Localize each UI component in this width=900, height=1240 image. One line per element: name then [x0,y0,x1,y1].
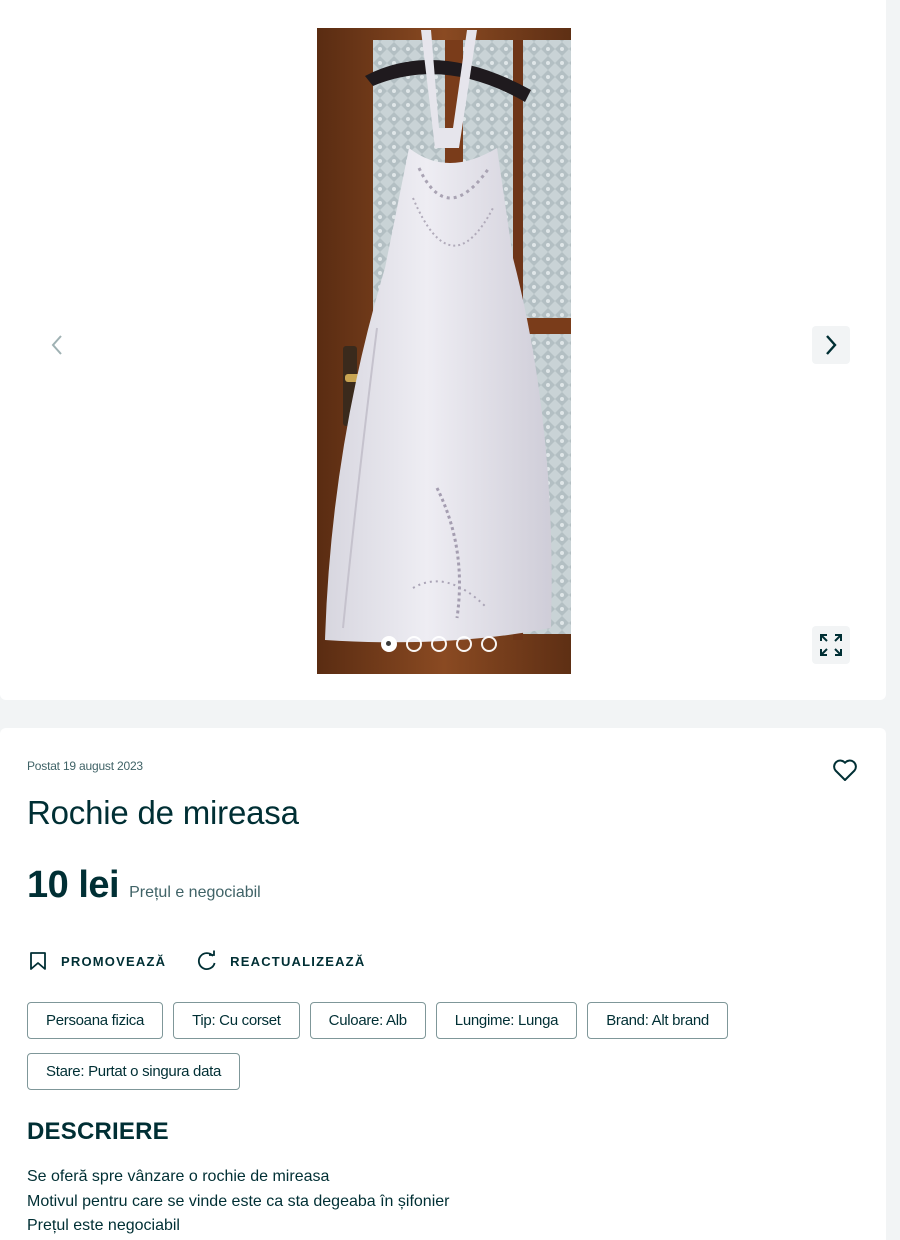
gallery-dot-2[interactable] [406,636,422,652]
favorite-button[interactable] [830,756,860,784]
attribute-tag: Lungime: Lunga [435,1002,578,1039]
promote-label: PROMOVEAZĂ [61,953,167,969]
gallery-dot-5[interactable] [481,636,497,652]
ad-title: Rochie de mireasa [27,794,299,831]
expand-button[interactable] [812,626,850,664]
ad-actions: PROMOVEAZĂ REACTUALIZEAZĂ [27,950,365,972]
description-heading: DESCRIERE [27,1118,169,1145]
posted-date: Postat 19 august 2023 [27,759,143,773]
gallery-dot-1[interactable] [381,636,397,652]
attribute-tag: Brand: Alt brand [587,1002,728,1039]
gallery-prev-button[interactable] [38,326,76,364]
price-row: 10 lei Prețul e negociabil [27,864,261,907]
heart-icon [833,759,857,781]
negotiable-label: Prețul e negociabil [129,884,261,901]
description-line: Motivul pentru care se vinde este ca sta… [27,1192,450,1210]
photo-gallery [0,0,886,700]
listing-photo[interactable] [317,28,571,674]
price: 10 lei [27,864,120,906]
chevron-left-icon [51,335,62,355]
attribute-tag: Persoana fizica [27,1002,164,1039]
promote-button[interactable]: PROMOVEAZĂ [27,950,166,972]
gallery-dot-3[interactable] [431,636,447,652]
description: Se oferă spre vânzare o rochie de mireas… [27,1165,449,1239]
chevron-right-icon [826,335,837,355]
ad-details: Postat 19 august 2023 Rochie de mireasa … [0,728,886,1240]
gallery-next-button[interactable] [812,326,850,364]
gallery-pagination [381,636,497,652]
ad-attributes: Persoana fizica Tip: Cu corset Culoare: … [27,1002,787,1090]
attribute-tag: Stare: Purtat o singura data [27,1053,241,1090]
bookmark-icon [30,952,46,970]
description-line: Prețul este negociabil [27,1217,180,1234]
gallery-dot-4[interactable] [456,636,472,652]
attribute-tag: Culoare: Alb [309,1002,426,1039]
expand-icon [820,634,842,656]
description-line: Se oferă spre vânzare o rochie de mireas… [27,1168,330,1185]
refresh-button[interactable]: REACTUALIZEAZĂ [196,950,365,972]
refresh-icon [198,950,216,970]
attribute-tag: Tip: Cu corset [173,1002,300,1039]
refresh-label: REACTUALIZEAZĂ [230,953,366,969]
